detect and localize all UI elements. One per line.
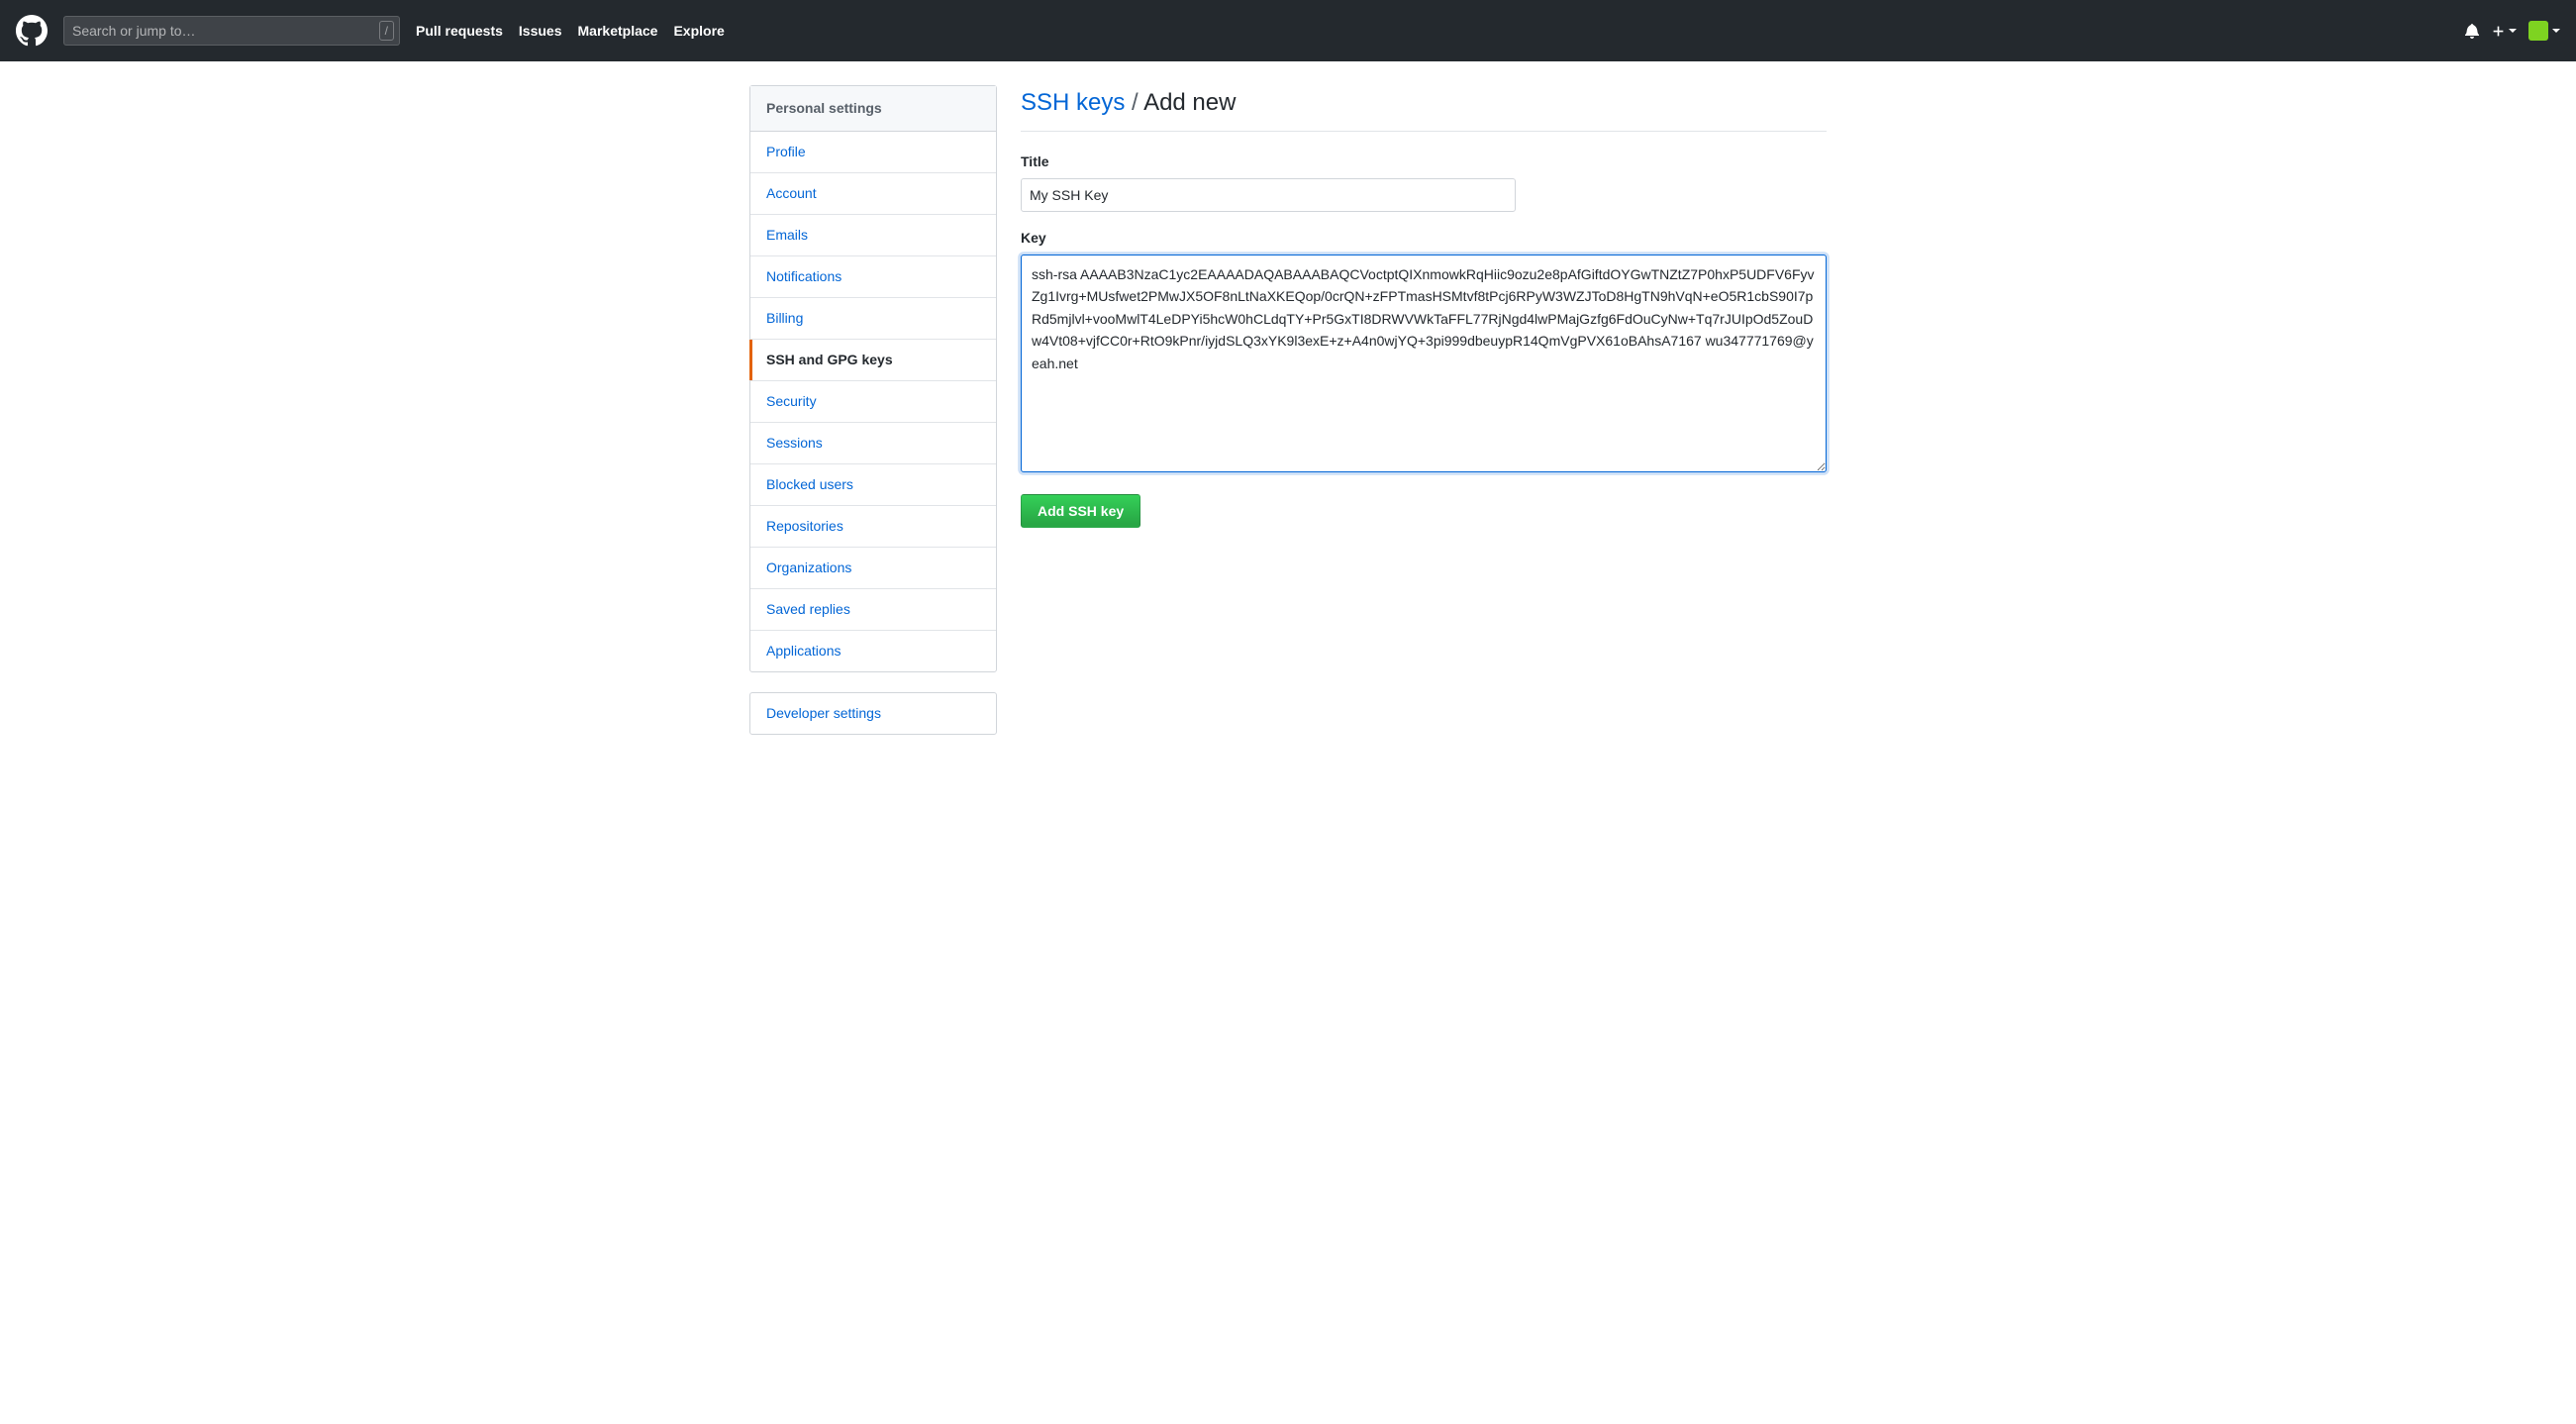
add-ssh-key-button[interactable]: Add SSH key bbox=[1021, 494, 1140, 528]
sidebar-item-billing[interactable]: Billing bbox=[750, 298, 996, 340]
sidebar-item-ssh-gpg-keys[interactable]: SSH and GPG keys bbox=[750, 340, 996, 381]
nav-marketplace[interactable]: Marketplace bbox=[578, 21, 658, 42]
caret-down-icon bbox=[2509, 29, 2517, 33]
sidebar-item-notifications[interactable]: Notifications bbox=[750, 256, 996, 298]
key-textarea[interactable] bbox=[1021, 254, 1827, 472]
sidebar-item-security[interactable]: Security bbox=[750, 381, 996, 423]
breadcrumb-ssh-keys-link[interactable]: SSH keys bbox=[1021, 89, 1125, 116]
nav-explore[interactable]: Explore bbox=[673, 21, 724, 42]
main-content: SSH keys / Add new Title Key Add SSH key bbox=[1021, 85, 1827, 755]
breadcrumb-current: Add new bbox=[1143, 89, 1236, 116]
sidebar-item-sessions[interactable]: Sessions bbox=[750, 423, 996, 464]
notifications-icon[interactable] bbox=[2464, 23, 2480, 39]
settings-sidebar: Personal settings Profile Account Emails… bbox=[749, 85, 997, 755]
caret-down-icon bbox=[2552, 29, 2560, 33]
search-input[interactable] bbox=[63, 16, 400, 46]
sidebar-item-developer-settings[interactable]: Developer settings bbox=[750, 693, 996, 734]
create-new-dropdown[interactable] bbox=[2492, 25, 2517, 38]
avatar bbox=[2528, 21, 2548, 41]
nav-issues[interactable]: Issues bbox=[519, 21, 562, 42]
sidebar-item-account[interactable]: Account bbox=[750, 173, 996, 215]
sidebar-item-saved-replies[interactable]: Saved replies bbox=[750, 589, 996, 631]
github-logo-icon[interactable] bbox=[16, 15, 48, 47]
page-title: SSH keys / Add new bbox=[1021, 85, 1827, 132]
title-label: Title bbox=[1021, 152, 1827, 172]
sidebar-item-organizations[interactable]: Organizations bbox=[750, 548, 996, 589]
search-slash-hint: / bbox=[379, 21, 394, 41]
title-input[interactable] bbox=[1021, 178, 1516, 212]
breadcrumb-separator: / bbox=[1132, 89, 1139, 116]
sidebar-item-profile[interactable]: Profile bbox=[750, 132, 996, 173]
sidebar-item-repositories[interactable]: Repositories bbox=[750, 506, 996, 548]
sidebar-item-blocked-users[interactable]: Blocked users bbox=[750, 464, 996, 506]
user-menu-dropdown[interactable] bbox=[2528, 21, 2560, 41]
key-label: Key bbox=[1021, 228, 1827, 249]
nav-pull-requests[interactable]: Pull requests bbox=[416, 21, 503, 42]
sidebar-item-applications[interactable]: Applications bbox=[750, 631, 996, 671]
global-header: / Pull requests Issues Marketplace Explo… bbox=[0, 0, 2576, 61]
sidebar-heading-personal: Personal settings bbox=[750, 86, 996, 132]
sidebar-item-emails[interactable]: Emails bbox=[750, 215, 996, 256]
